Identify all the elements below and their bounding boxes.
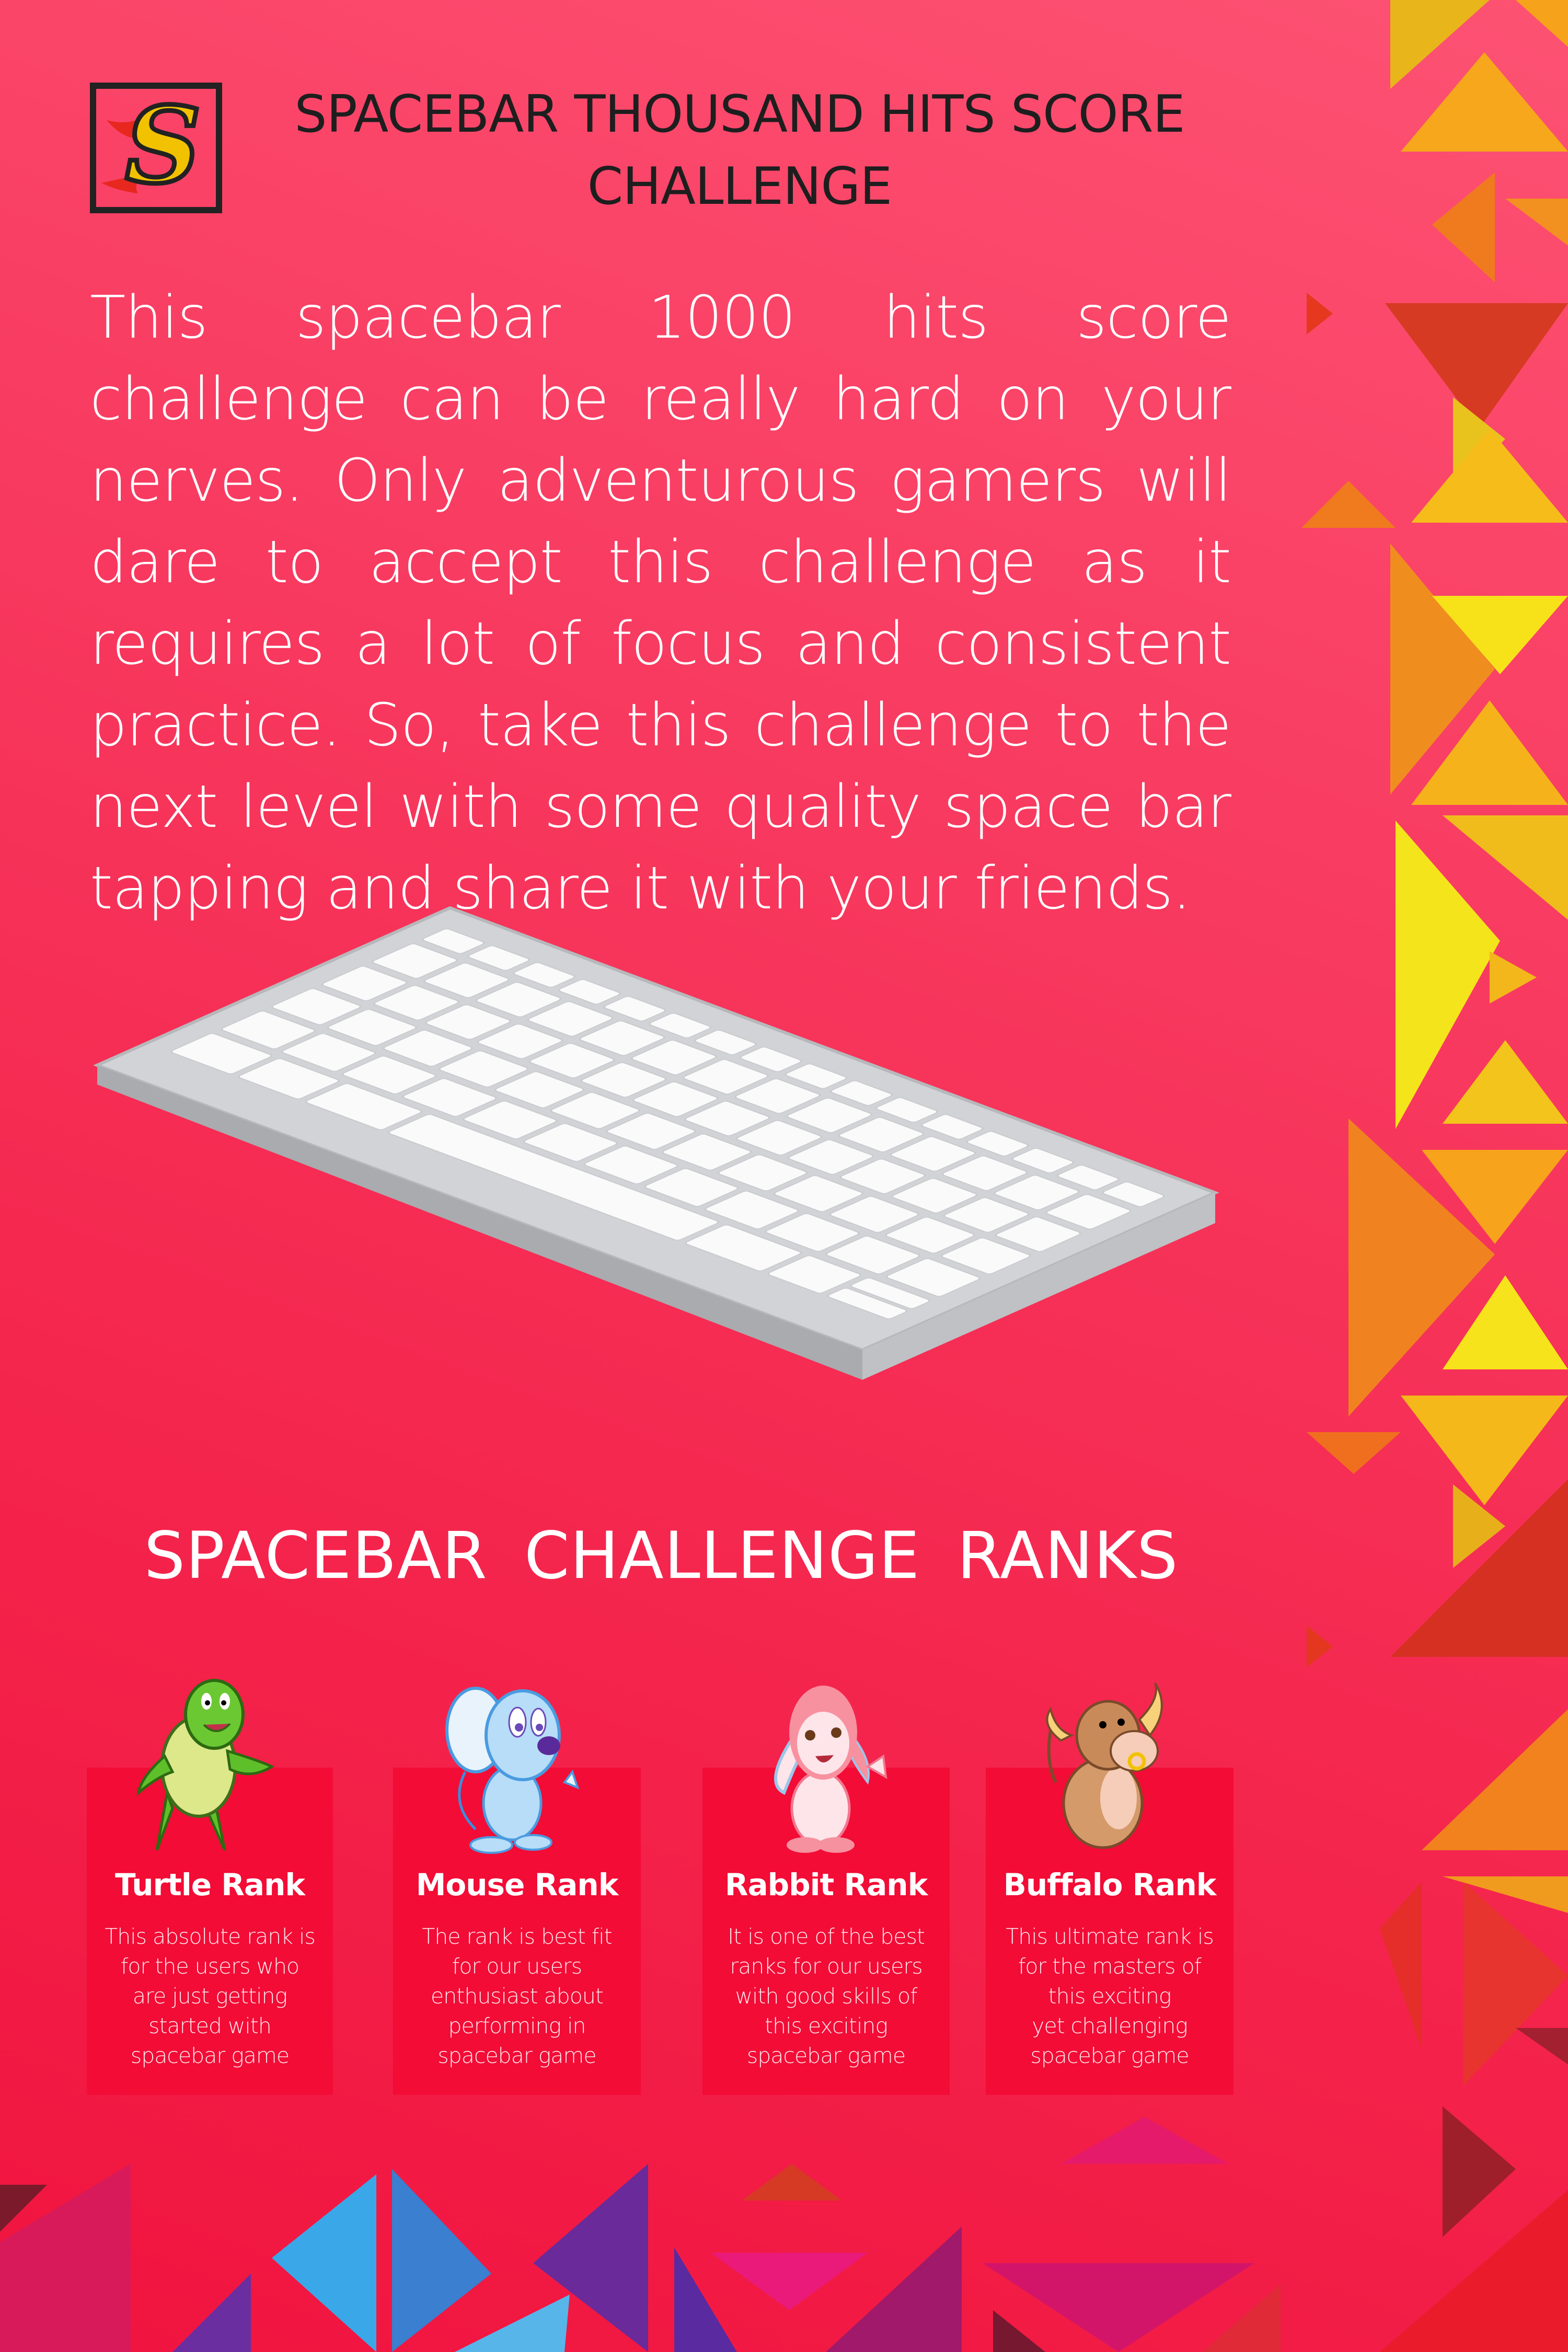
turtle-icon: [136, 1679, 275, 1851]
rank-description: The rank is best fit for our users enthu…: [422, 1924, 612, 2068]
rabbit-icon: [774, 1686, 887, 1853]
rank-name: Turtle Rank: [115, 1867, 305, 1903]
rank-description: This absolute rank is for the users who …: [105, 1924, 316, 2068]
buffalo-icon: [1046, 1682, 1163, 1849]
rank-name: Buffalo Rank: [1003, 1867, 1217, 1903]
flaming-s-logo-icon: S: [101, 82, 203, 210]
intro-paragraph: This spacebar 1000 hits score challenge …: [90, 284, 1231, 923]
rank-description: This ultimate rank is for the masters of…: [1006, 1924, 1214, 2068]
svg-text:S: S: [125, 89, 201, 207]
rank-description: It is one of the best ranks for our user…: [728, 1924, 925, 2068]
right-triangle-pattern: [1301, 0, 1568, 2352]
ranks-title: SPACEBAR CHALLENGE RANKS: [144, 1518, 1179, 1594]
bottom-triangle-pattern: [0, 2117, 1281, 2352]
rank-name: Rabbit Rank: [724, 1867, 928, 1903]
keyboard-image: [93, 906, 1219, 1380]
logo: S: [90, 82, 222, 213]
page-title: SPACEBAR THOUSAND HITS SCORE CHALLENGE: [294, 85, 1185, 216]
rank-name: Mouse Rank: [416, 1867, 619, 1903]
mouse-icon: [445, 1687, 580, 1854]
